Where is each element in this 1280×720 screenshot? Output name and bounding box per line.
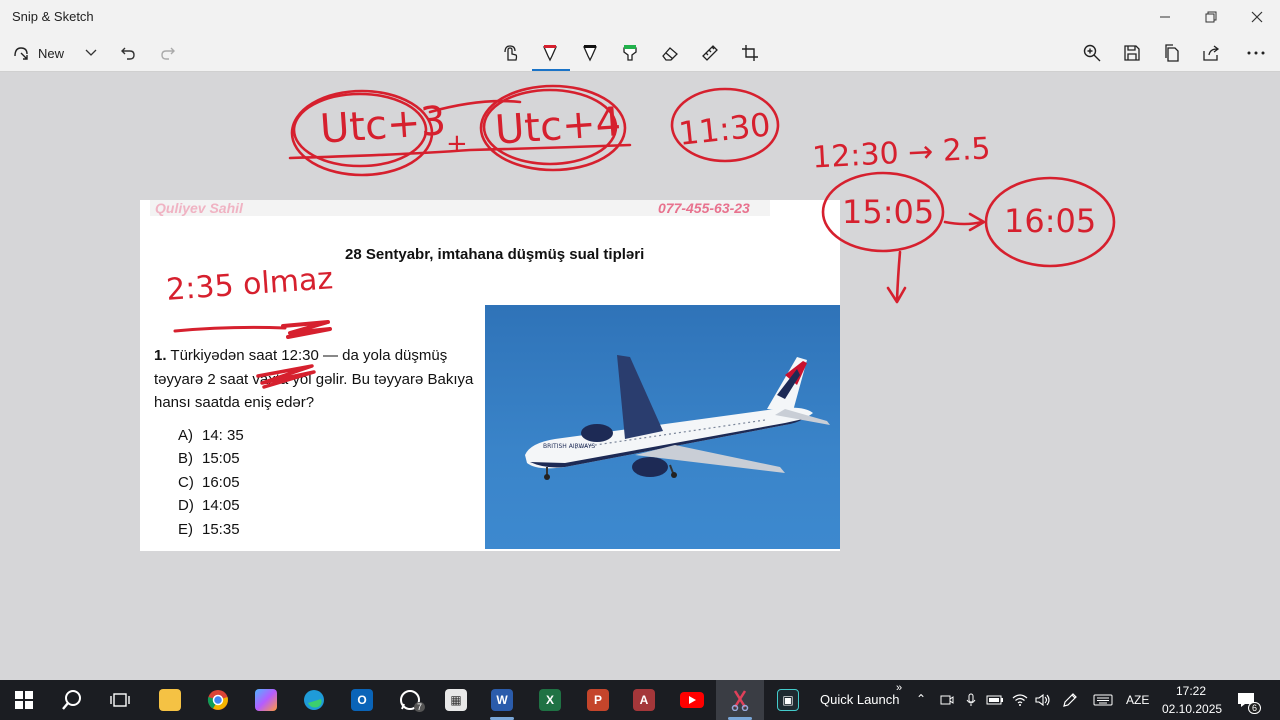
notification-badge: 6 bbox=[1248, 702, 1262, 714]
copy-icon[interactable] bbox=[1160, 37, 1184, 69]
airline-livery-text: BRITISH AIRWAYS bbox=[543, 443, 595, 450]
option-b: B) 15:05 bbox=[178, 450, 240, 468]
toolbar: New bbox=[0, 34, 1280, 72]
question-text: 1. Türkiyədən saat 12:30 — da yola düşmü… bbox=[154, 344, 474, 415]
pencil-icon[interactable] bbox=[578, 37, 602, 69]
wifi-icon[interactable] bbox=[1008, 680, 1032, 720]
more-icon[interactable] bbox=[1244, 37, 1268, 69]
camera-icon[interactable] bbox=[936, 680, 958, 720]
tray-overflow-icon[interactable]: ⌃ bbox=[916, 692, 926, 706]
battery-icon[interactable] bbox=[984, 680, 1006, 720]
task-view-icon[interactable] bbox=[98, 680, 142, 720]
answer-options: A) 14: 35 B) 15:05 C) 16:05 D) 14:05 E) 15:35 bbox=[178, 424, 244, 541]
volume-icon[interactable] bbox=[1032, 680, 1054, 720]
undo-icon[interactable] bbox=[116, 37, 140, 69]
watermark-name: Quliyev Sahil bbox=[155, 200, 243, 216]
save-icon[interactable] bbox=[1120, 37, 1144, 69]
redo-icon[interactable] bbox=[156, 37, 180, 69]
keyboard-icon[interactable] bbox=[1090, 680, 1116, 720]
search-icon[interactable] bbox=[50, 680, 94, 720]
excel-icon[interactable]: X bbox=[528, 680, 572, 720]
language-indicator[interactable]: AZE bbox=[1126, 693, 1149, 707]
youtube-icon[interactable] bbox=[670, 680, 714, 720]
airplane-photo: BRITISH AIRWAYS bbox=[485, 305, 840, 549]
ballpoint-pen-icon[interactable] bbox=[538, 37, 562, 69]
eraser-icon[interactable] bbox=[658, 37, 682, 69]
taskbar: O 7 ▦ W X P A ▣ Quick Launch » ⌃ AZE 17:… bbox=[0, 680, 1280, 720]
chrome-icon[interactable] bbox=[196, 680, 240, 720]
app-icon[interactable]: ▣ bbox=[766, 680, 810, 720]
share-icon[interactable] bbox=[1200, 37, 1224, 69]
chevron-down-icon[interactable] bbox=[80, 37, 102, 69]
ruler-icon[interactable] bbox=[698, 37, 722, 69]
outlook-icon[interactable]: O bbox=[340, 680, 384, 720]
question-number: 1. bbox=[154, 347, 167, 364]
zoom-icon[interactable] bbox=[1080, 37, 1104, 69]
title-bar: Snip & Sketch bbox=[0, 0, 1280, 34]
minimize-icon[interactable] bbox=[1142, 0, 1188, 34]
clock-time[interactable]: 17:22 bbox=[1176, 684, 1206, 698]
file-explorer-icon[interactable] bbox=[148, 680, 192, 720]
microphone-icon[interactable] bbox=[960, 680, 982, 720]
watermark-phone: 077-455-63-23 bbox=[658, 200, 750, 216]
quick-launch-label[interactable]: Quick Launch bbox=[820, 692, 900, 707]
snip-sketch-icon[interactable] bbox=[716, 680, 764, 720]
powerpoint-icon[interactable]: P bbox=[576, 680, 620, 720]
edge-icon[interactable] bbox=[292, 680, 336, 720]
restore-icon[interactable] bbox=[1188, 0, 1234, 34]
crop-icon[interactable] bbox=[738, 37, 762, 69]
option-e: E) 15:35 bbox=[178, 520, 240, 538]
document-heading: 28 Sentyabr, imtahana düşmüş sual tiplər… bbox=[345, 246, 645, 263]
option-d: D) 14:05 bbox=[178, 497, 240, 515]
notification-icon[interactable]: 6 bbox=[1226, 680, 1266, 720]
whatsapp-badge: 7 bbox=[414, 702, 426, 712]
whatsapp-icon[interactable]: 7 bbox=[388, 680, 432, 720]
store-icon[interactable]: ▦ bbox=[434, 680, 478, 720]
option-c: C) 16:05 bbox=[178, 473, 240, 491]
quick-launch-chevron-icon[interactable]: » bbox=[896, 682, 902, 694]
highlighter-icon[interactable] bbox=[618, 37, 642, 69]
new-label: New bbox=[38, 45, 65, 61]
copilot-icon[interactable] bbox=[244, 680, 288, 720]
question-body: Türkiyədən saat 12:30 — da yola düşmüş t… bbox=[154, 347, 474, 411]
touch-writing-icon[interactable] bbox=[498, 37, 522, 69]
airplane-icon: BRITISH AIRWAYS bbox=[525, 355, 830, 480]
option-a: A) 14: 35 bbox=[178, 427, 244, 444]
snipped-document: Quliyev Sahil 077-455-63-23 28 Sentyabr,… bbox=[140, 200, 840, 551]
clock-date[interactable]: 02.10.2025 bbox=[1162, 702, 1222, 716]
app-title: Snip & Sketch bbox=[12, 9, 94, 24]
word-icon[interactable]: W bbox=[480, 680, 524, 720]
close-icon[interactable] bbox=[1234, 0, 1280, 34]
pen-menu-icon[interactable] bbox=[1058, 680, 1082, 720]
new-snip-icon bbox=[14, 47, 28, 60]
active-tool-indicator bbox=[532, 69, 570, 71]
access-icon[interactable]: A bbox=[622, 680, 666, 720]
windows-start-icon[interactable] bbox=[2, 680, 46, 720]
